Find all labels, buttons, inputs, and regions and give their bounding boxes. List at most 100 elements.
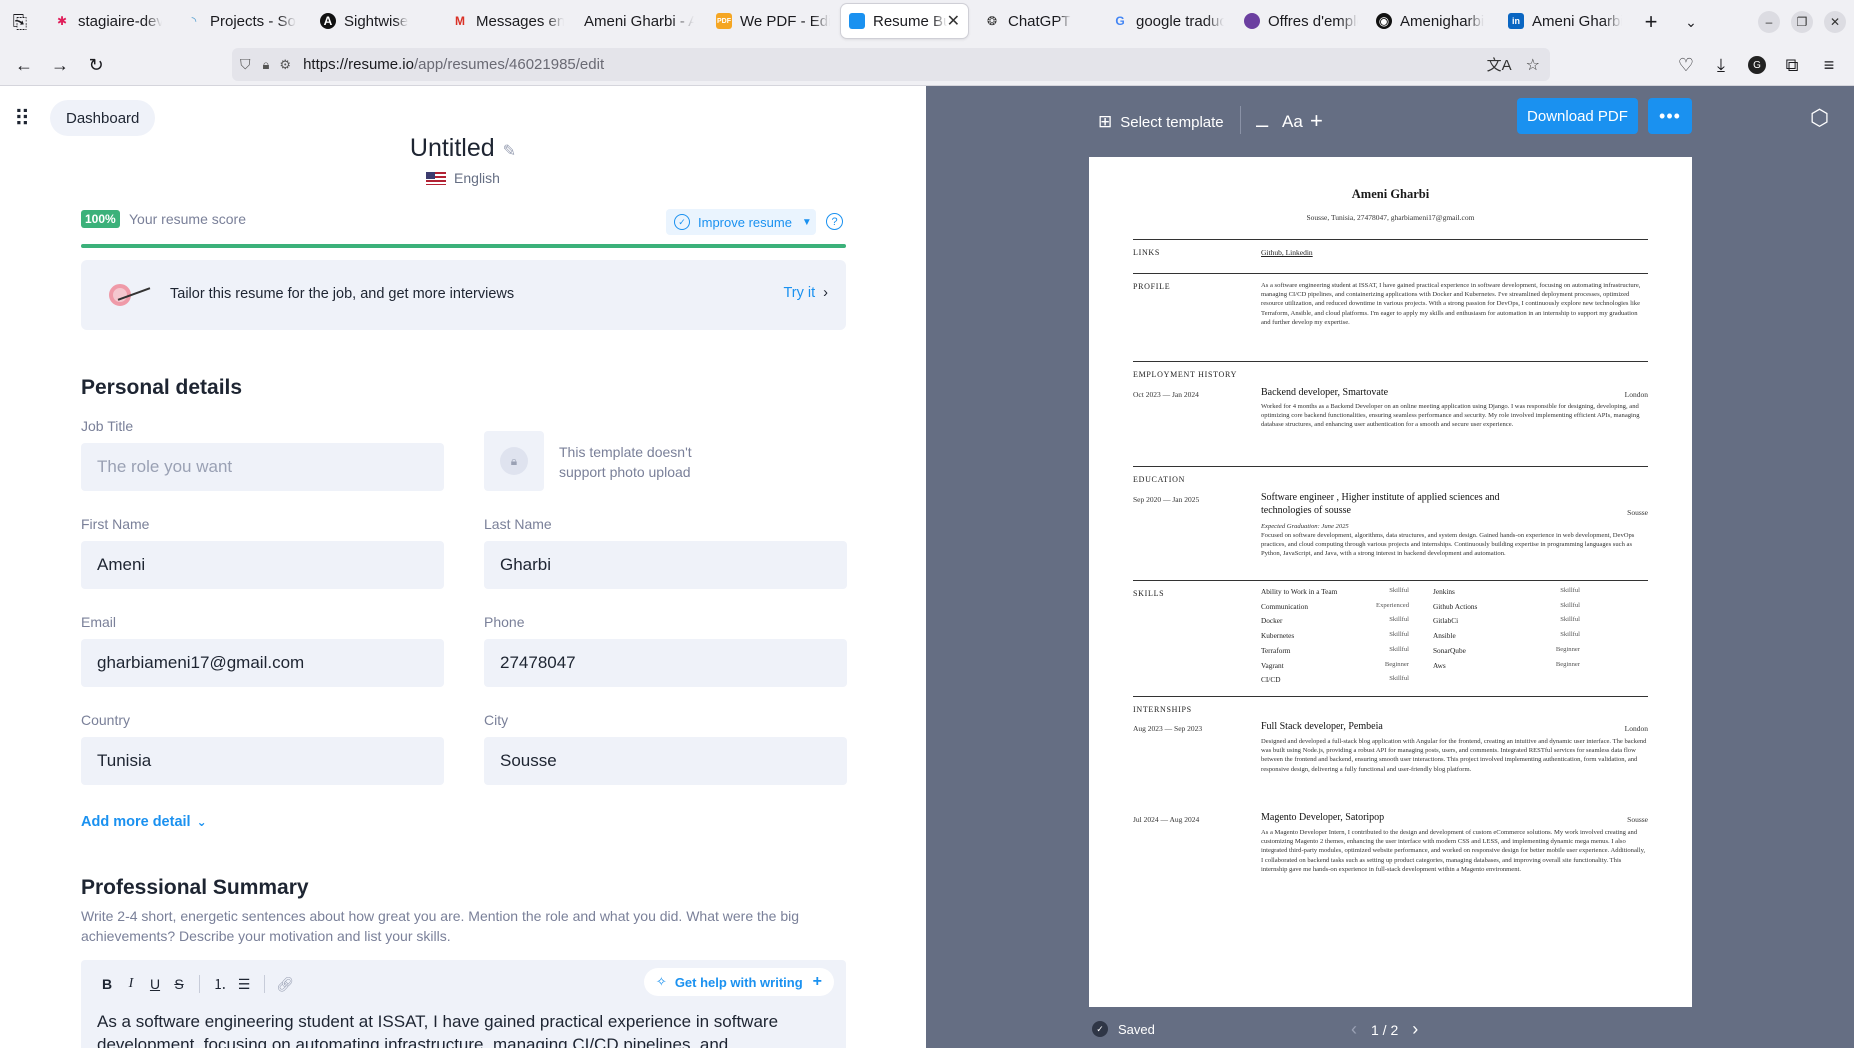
improve-resume-button[interactable]: ✓ Improve resume ▼ [666,209,816,235]
tab-resume-builder[interactable]: Resume Builder✕ [841,4,968,38]
tab-chatgpt[interactable]: ❂ ChatGPT [976,4,1094,38]
downloads-icon[interactable]: ⤓ [1707,51,1735,79]
tab-github[interactable]: ◉ Amenigharbi [1368,4,1488,38]
education-date: Sep 2020 — Jan 2025 [1133,495,1200,504]
skill-level: Skillful [1389,675,1409,683]
decrease-font-icon[interactable]: – [1256,112,1268,138]
tab-offres[interactable]: Offres d'emploi [1236,4,1358,38]
permissions-icon[interactable]: ⚙ [279,57,291,73]
numbered-list-icon[interactable]: ⒈ [208,974,232,994]
bookmark-star-icon[interactable]: ☆ [1526,55,1540,75]
pdf-icon: PDF [716,13,732,29]
language-selector[interactable]: English [0,170,926,186]
apps-grid-icon[interactable]: ⠿ [14,106,30,132]
resume-page: Ameni Gharbi Sousse, Tunisia, 27478047, … [1089,157,1692,1007]
skill-level: Beginner [1384,660,1409,668]
tab-list-icon[interactable]: ⎘ [6,8,34,36]
next-page-icon[interactable]: › [1412,1019,1418,1040]
skill-level: Skillful [1389,631,1409,639]
tab-sightwise[interactable]: A Sightwise [312,4,436,38]
phone-input[interactable]: 27478047 [484,639,847,687]
score-progress-bar [81,244,846,248]
summary-hint: Write 2-4 short, energetic sentences abo… [81,908,800,944]
strikethrough-icon[interactable]: S [167,976,191,992]
add-more-detail-button[interactable]: Add more detail ⌄ [81,814,207,830]
summary-editor[interactable]: B I U S ⒈ ☰ 🔗︎ ✧ Get help with writing + A… [81,960,846,1048]
resume-contact: Sousse, Tunisia, 27478047, gharbiameni17… [1306,213,1475,222]
profile-text: As a software engineering student at ISS… [1261,282,1641,326]
last-name-input[interactable]: Gharbi [484,541,847,589]
url-bar[interactable]: ⛉ 🔒︎ ⚙ https://resume.io/app/resumes/460… [232,48,1550,81]
tab-ameni-gharbi[interactable]: Ameni Gharbi - A [576,4,694,38]
font-size-label[interactable]: Aa [1282,112,1303,132]
skill-level: Skillful [1389,587,1409,594]
resume-icon [849,13,865,29]
tab-gmail[interactable]: MMessages envoyés [444,4,564,38]
save-status: ✓ Saved [1092,1021,1155,1037]
country-input[interactable]: Tunisia [81,737,444,785]
close-tab-icon[interactable]: ✕ [947,11,960,31]
minimize-icon[interactable]: – [1758,11,1780,33]
tab-google-traduction[interactable]: Ggoogle traduction [1104,4,1224,38]
url-host: https://resume.io [303,56,414,73]
tab-linkedin[interactable]: in Ameni Gharbi [1500,4,1622,38]
internship-1-location: London [1624,724,1648,733]
edit-title-icon[interactable]: ✎ [503,143,516,160]
more-options-icon[interactable]: ••• [1648,98,1692,134]
first-name-label: First Name [81,516,150,532]
dashboard-button[interactable]: Dashboard [50,100,156,136]
education-location: Sousse [1627,508,1648,517]
add-more-label: Add more detail [81,814,191,830]
tab-sonarqube[interactable]: ◝Projects - SonarQube [178,4,296,38]
back-icon[interactable]: ← [10,51,38,79]
tab-overflow-chevron-icon[interactable]: ⌄ [1677,8,1705,36]
menu-icon[interactable]: ≡ [1815,51,1843,79]
lock-icon[interactable]: 🔒︎ [263,57,270,73]
sightwise-icon: A [320,13,336,29]
try-it-label: Try it [783,285,816,301]
tab-stagiaire-devops[interactable]: ✱stagiaire-devops [46,4,162,38]
extensions-icon[interactable]: ⧉ [1778,51,1806,79]
help-icon[interactable]: ? [826,213,843,230]
new-tab-icon[interactable]: + [1637,8,1665,36]
bulleted-list-icon[interactable]: ☰ [232,976,256,993]
gmail-icon: M [455,14,465,28]
forward-icon[interactable]: → [46,51,74,79]
resume-title-text: Untitled [409,134,495,162]
bold-icon[interactable]: B [95,976,119,992]
skill-name: CI/CD [1261,675,1281,685]
get-help-writing-button[interactable]: ✧ Get help with writing + [643,968,834,996]
hexagon-settings-icon[interactable]: ⬡ [1810,105,1829,131]
try-it-link[interactable]: Try it › [783,285,828,301]
select-template-button[interactable]: ⊞ Select template [1098,112,1224,132]
pocket-icon[interactable]: ♡ [1672,51,1700,79]
close-window-icon[interactable]: ✕ [1824,11,1846,33]
prev-page-icon[interactable]: ‹ [1351,1019,1357,1040]
shield-icon[interactable]: ⛉ [240,56,251,73]
tab-wepdf[interactable]: PDF We PDF - Edit [708,4,830,38]
resume-title[interactable]: Untitled ✎ [0,134,926,163]
saved-check-icon: ✓ [1092,1021,1108,1037]
underline-icon[interactable]: U [143,976,167,992]
restore-icon[interactable]: ❐ [1791,11,1813,33]
email-label: Email [81,614,117,630]
increase-font-icon[interactable]: + [1310,108,1323,134]
link-icon[interactable]: 🔗︎ [273,976,297,993]
summary-text[interactable]: As a software engineering student at ISS… [97,1010,797,1048]
country-label: Country [81,712,131,728]
employment-location: London [1624,390,1648,399]
job-title-input[interactable]: The role you want [81,443,444,491]
first-name-input[interactable]: Ameni [81,541,444,589]
translate-icon[interactable]: 文A [1487,54,1512,75]
reload-icon[interactable]: ↻ [82,51,110,79]
tailor-banner[interactable]: Tailor this resume for the job, and get … [81,260,846,330]
skill-level: Experienced [1376,601,1409,609]
skill-name: Vagrant [1261,660,1284,670]
toolbar-divider [1240,106,1241,134]
italic-icon[interactable]: I [119,976,143,992]
city-input[interactable]: Sousse [484,737,847,785]
us-flag-icon [426,172,447,185]
account-icon[interactable]: G [1743,51,1771,79]
email-input[interactable]: gharbiameni17@gmail.com [81,639,444,687]
download-pdf-button[interactable]: Download PDF [1517,98,1638,134]
